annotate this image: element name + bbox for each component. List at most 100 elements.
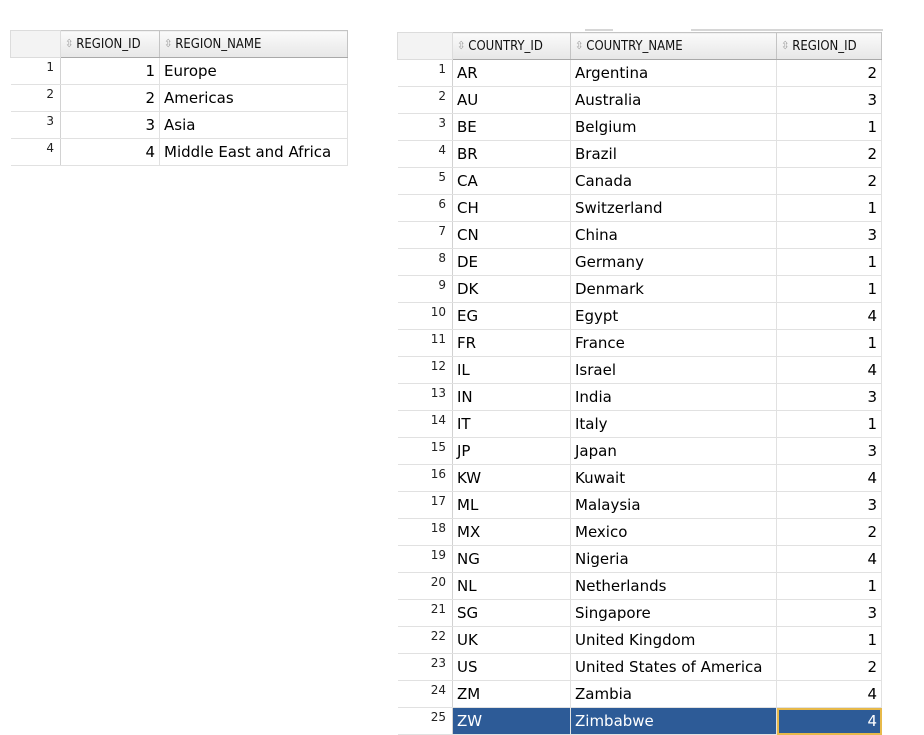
- cell-region-id[interactable]: 3: [776, 383, 882, 411]
- cell-country-id[interactable]: BR: [452, 140, 571, 168]
- column-header-country-name[interactable]: ⇳ COUNTRY_NAME: [570, 32, 777, 60]
- cell-country-name[interactable]: Denmark: [570, 275, 777, 303]
- table-row[interactable]: 3 BE Belgium 1: [397, 113, 882, 141]
- cell-country-name[interactable]: Switzerland: [570, 194, 777, 222]
- table-row[interactable]: 22 UK United Kingdom 1: [397, 626, 882, 654]
- cell-region-name[interactable]: Americas: [159, 84, 348, 112]
- column-header-region-id[interactable]: ⇳ REGION_ID: [776, 32, 882, 60]
- cell-country-id[interactable]: AU: [452, 86, 571, 114]
- table-row[interactable]: 13 IN India 3: [397, 383, 882, 411]
- table-row[interactable]: 15 JP Japan 3: [397, 437, 882, 465]
- row-number[interactable]: 9: [397, 275, 453, 303]
- table-row[interactable]: 7 CN China 3: [397, 221, 882, 249]
- table-row[interactable]: 14 IT Italy 1: [397, 410, 882, 438]
- table-row[interactable]: 2 AU Australia 3: [397, 86, 882, 114]
- row-number[interactable]: 4: [397, 140, 453, 168]
- cell-country-id[interactable]: KW: [452, 464, 571, 492]
- row-number[interactable]: 2: [10, 84, 61, 112]
- cell-country-id[interactable]: ML: [452, 491, 571, 519]
- cell-country-name[interactable]: Italy: [570, 410, 777, 438]
- cell-region-id[interactable]: 2: [776, 59, 882, 87]
- row-number-header[interactable]: [397, 32, 453, 60]
- cell-region-id[interactable]: 3: [776, 599, 882, 627]
- cell-country-name[interactable]: France: [570, 329, 777, 357]
- row-number[interactable]: 22: [397, 626, 453, 654]
- sort-arrows-icon[interactable]: ⇳: [164, 37, 172, 50]
- cell-country-name[interactable]: Malaysia: [570, 491, 777, 519]
- table-row[interactable]: 8 DE Germany 1: [397, 248, 882, 276]
- cell-country-name[interactable]: Argentina: [570, 59, 777, 87]
- row-number-header[interactable]: [10, 30, 61, 58]
- cell-country-id[interactable]: IT: [452, 410, 571, 438]
- table-row[interactable]: 24 ZM Zambia 4: [397, 680, 882, 708]
- sort-arrows-icon[interactable]: ⇳: [781, 39, 789, 52]
- cell-region-id[interactable]: 1: [776, 329, 882, 357]
- cell-region-id[interactable]: 4: [776, 545, 882, 573]
- cell-region-id[interactable]: 4: [776, 302, 882, 330]
- cell-region-id[interactable]: 1: [776, 410, 882, 438]
- row-number[interactable]: 25: [397, 707, 453, 735]
- row-number[interactable]: 21: [397, 599, 453, 627]
- cell-country-id[interactable]: FR: [452, 329, 571, 357]
- cell-country-id[interactable]: IN: [452, 383, 571, 411]
- cell-region-id[interactable]: 4: [60, 138, 160, 166]
- cell-country-name[interactable]: Zambia: [570, 680, 777, 708]
- row-number[interactable]: 20: [397, 572, 453, 600]
- row-number[interactable]: 24: [397, 680, 453, 708]
- row-number[interactable]: 11: [397, 329, 453, 357]
- row-number[interactable]: 2: [397, 86, 453, 114]
- cell-region-id[interactable]: 3: [776, 221, 882, 249]
- row-number[interactable]: 3: [397, 113, 453, 141]
- cell-country-id[interactable]: JP: [452, 437, 571, 465]
- cell-country-name[interactable]: Zimbabwe: [570, 707, 777, 735]
- table-row[interactable]: 4 4 Middle East and Africa: [10, 138, 348, 166]
- cell-country-id[interactable]: SG: [452, 599, 571, 627]
- cell-country-id[interactable]: EG: [452, 302, 571, 330]
- table-row[interactable]: 3 3 Asia: [10, 111, 348, 139]
- table-row[interactable]: 17 ML Malaysia 3: [397, 491, 882, 519]
- cell-country-id[interactable]: BE: [452, 113, 571, 141]
- row-number[interactable]: 13: [397, 383, 453, 411]
- cell-country-id[interactable]: DK: [452, 275, 571, 303]
- cell-country-name[interactable]: Belgium: [570, 113, 777, 141]
- cell-region-id[interactable]: 2: [776, 140, 882, 168]
- cell-region-id[interactable]: 1: [776, 275, 882, 303]
- table-row[interactable]: 18 MX Mexico 2: [397, 518, 882, 546]
- table-row[interactable]: 1 AR Argentina 2: [397, 59, 882, 87]
- cell-country-id[interactable]: NL: [452, 572, 571, 600]
- table-row[interactable]: 25 ZW Zimbabwe 4: [397, 707, 882, 735]
- cell-country-name[interactable]: Brazil: [570, 140, 777, 168]
- cell-region-id[interactable]: 1: [776, 194, 882, 222]
- cell-region-id[interactable]: 2: [776, 518, 882, 546]
- cell-region-id[interactable]: 4: [776, 680, 882, 708]
- table-row[interactable]: 2 2 Americas: [10, 84, 348, 112]
- cell-country-name[interactable]: Israel: [570, 356, 777, 384]
- cell-country-id[interactable]: ZM: [452, 680, 571, 708]
- table-row[interactable]: 20 NL Netherlands 1: [397, 572, 882, 600]
- row-number[interactable]: 17: [397, 491, 453, 519]
- cell-country-id[interactable]: CN: [452, 221, 571, 249]
- cell-region-id[interactable]: 3: [776, 86, 882, 114]
- sort-arrows-icon[interactable]: ⇳: [65, 37, 73, 50]
- cell-country-id[interactable]: DE: [452, 248, 571, 276]
- cell-region-id[interactable]: 1: [776, 248, 882, 276]
- column-header-country-id[interactable]: ⇳ COUNTRY_ID: [452, 32, 571, 60]
- cell-country-name[interactable]: China: [570, 221, 777, 249]
- sort-arrows-icon[interactable]: ⇳: [457, 39, 465, 52]
- table-row[interactable]: 4 BR Brazil 2: [397, 140, 882, 168]
- cell-region-name[interactable]: Middle East and Africa: [159, 138, 348, 166]
- cell-country-name[interactable]: Canada: [570, 167, 777, 195]
- cell-country-name[interactable]: Australia: [570, 86, 777, 114]
- cell-region-id[interactable]: 2: [776, 653, 882, 681]
- cell-country-name[interactable]: Japan: [570, 437, 777, 465]
- row-number[interactable]: 7: [397, 221, 453, 249]
- column-header-region-id[interactable]: ⇳ REGION_ID: [60, 30, 160, 58]
- cell-country-name[interactable]: Germany: [570, 248, 777, 276]
- cell-region-id[interactable]: 4: [776, 356, 882, 384]
- table-row[interactable]: 16 KW Kuwait 4: [397, 464, 882, 492]
- row-number[interactable]: 6: [397, 194, 453, 222]
- cell-region-id[interactable]: 3: [60, 111, 160, 139]
- row-number[interactable]: 4: [10, 138, 61, 166]
- cell-country-name[interactable]: India: [570, 383, 777, 411]
- table-row[interactable]: 10 EG Egypt 4: [397, 302, 882, 330]
